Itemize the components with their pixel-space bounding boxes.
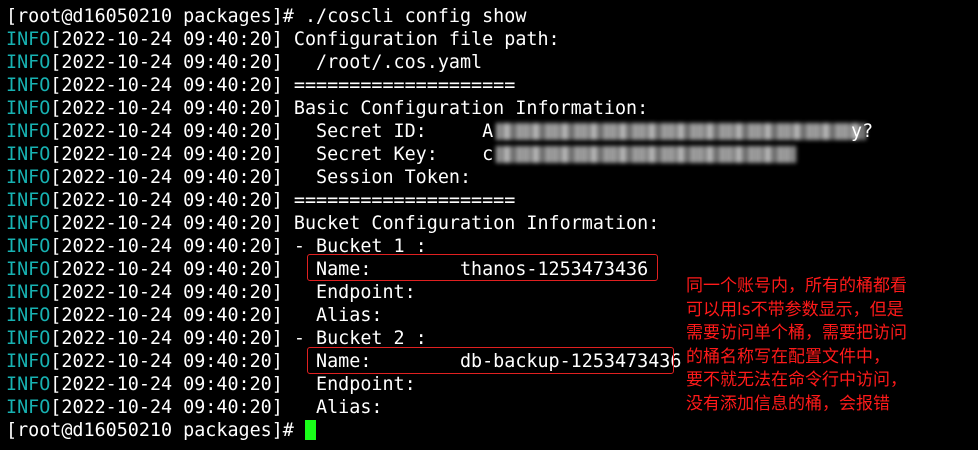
log-timestamp: [2022-10-24 09:40:20] xyxy=(50,236,283,257)
log-level: INFO xyxy=(6,144,51,165)
annotation-line: 要不就无法在命令行中访问， xyxy=(686,370,907,390)
log-message: Configuration file path: xyxy=(282,29,560,50)
log-timestamp: [2022-10-24 09:40:20] xyxy=(50,259,283,280)
log-level: INFO xyxy=(6,98,51,119)
log-message: Bucket Configuration Information: xyxy=(282,213,660,234)
log-timestamp: [2022-10-24 09:40:20] xyxy=(50,75,283,96)
log-line: INFO[2022-10-24 09:40:20] Session Token: xyxy=(6,166,966,189)
prompt-text: [root@d16050210 packages]# ./coscli conf… xyxy=(6,6,527,27)
log-timestamp: [2022-10-24 09:40:20] xyxy=(50,190,283,211)
redacted-value-tail: y? xyxy=(851,121,874,142)
log-level: INFO xyxy=(6,282,51,303)
log-line: INFO[2022-10-24 09:40:20] Basic Configur… xyxy=(6,97,966,120)
bucket-1-name-highlight xyxy=(307,254,658,281)
log-line: INFO[2022-10-24 09:40:20] ==============… xyxy=(6,189,966,212)
log-timestamp: [2022-10-24 09:40:20] xyxy=(50,29,283,50)
bucket-2-name-highlight xyxy=(307,347,674,374)
shell-prompt-line: [root@d16050210 packages]# xyxy=(6,419,966,442)
log-timestamp: [2022-10-24 09:40:20] xyxy=(50,98,283,119)
log-level: INFO xyxy=(6,213,51,234)
log-timestamp: [2022-10-24 09:40:20] xyxy=(50,374,283,395)
log-message: Secret Key: c xyxy=(282,144,494,165)
log-message: ==================== xyxy=(282,75,516,96)
log-timestamp: [2022-10-24 09:40:20] xyxy=(50,397,283,418)
log-message: Session Token: xyxy=(282,167,472,188)
log-level: INFO xyxy=(6,121,51,142)
log-level: INFO xyxy=(6,305,51,326)
log-timestamp: [2022-10-24 09:40:20] xyxy=(50,282,283,303)
log-level: INFO xyxy=(6,190,51,211)
log-timestamp: [2022-10-24 09:40:20] xyxy=(50,52,283,73)
prompt-text: [root@d16050210 packages]# xyxy=(6,420,305,441)
log-level: INFO xyxy=(6,374,51,395)
log-message: Endpoint: xyxy=(282,374,416,395)
shell-prompt-line: [root@d16050210 packages]# ./coscli conf… xyxy=(6,5,966,28)
annotation-line: 同一个账号内，所有的桶都看 xyxy=(686,276,907,296)
log-timestamp: [2022-10-24 09:40:20] xyxy=(50,121,283,142)
log-timestamp: [2022-10-24 09:40:20] xyxy=(50,328,283,349)
log-level: INFO xyxy=(6,29,51,50)
log-level: INFO xyxy=(6,75,51,96)
annotation-line: 可以用ls不带参数显示，但是 xyxy=(686,299,904,320)
redacted-secret-value xyxy=(496,123,866,140)
log-message: Secret ID: A xyxy=(282,121,494,142)
log-line: INFO[2022-10-24 09:40:20] Bucket Configu… xyxy=(6,212,966,235)
log-message: Endpoint: xyxy=(282,282,416,303)
terminal-cursor xyxy=(304,420,316,440)
log-level: INFO xyxy=(6,351,51,372)
annotation-line: 没有添加信息的桶，会报错 xyxy=(686,393,890,414)
log-message: ==================== xyxy=(282,190,516,211)
log-level: INFO xyxy=(6,236,51,257)
log-level: INFO xyxy=(6,52,51,73)
log-level: INFO xyxy=(6,259,51,280)
log-timestamp: [2022-10-24 09:40:20] xyxy=(50,144,283,165)
log-message: Alias: xyxy=(282,305,383,326)
log-line: INFO[2022-10-24 09:40:20] /root/.cos.yam… xyxy=(6,51,966,74)
log-timestamp: [2022-10-24 09:40:20] xyxy=(50,351,283,372)
annotation-note: 同一个账号内，所有的桶都看 可以用ls不带参数显示，但是 需要访问单个桶，需要把… xyxy=(686,275,971,416)
log-level: INFO xyxy=(6,397,51,418)
log-line: INFO[2022-10-24 09:40:20] ==============… xyxy=(6,74,966,97)
log-message: Basic Configuration Information: xyxy=(282,98,649,119)
annotation-line: 需要访问单个桶，需要把访问 xyxy=(686,323,907,343)
annotation-line: 的桶名称写在配置文件中， xyxy=(686,346,890,367)
log-line: INFO[2022-10-24 09:40:20] Secret Key: c xyxy=(6,143,966,166)
log-timestamp: [2022-10-24 09:40:20] xyxy=(50,167,283,188)
log-timestamp: [2022-10-24 09:40:20] xyxy=(50,213,283,234)
log-timestamp: [2022-10-24 09:40:20] xyxy=(50,305,283,326)
log-level: INFO xyxy=(6,167,51,188)
redacted-secret-value xyxy=(496,146,796,163)
log-message: - Bucket 2 : xyxy=(282,328,427,349)
log-level: INFO xyxy=(6,328,51,349)
log-line: INFO[2022-10-24 09:40:20] Secret ID: A y? xyxy=(6,120,966,143)
log-message: Alias: xyxy=(282,397,383,418)
log-message: /root/.cos.yaml xyxy=(282,52,483,73)
log-line: INFO[2022-10-24 09:40:20] Configuration … xyxy=(6,28,966,51)
